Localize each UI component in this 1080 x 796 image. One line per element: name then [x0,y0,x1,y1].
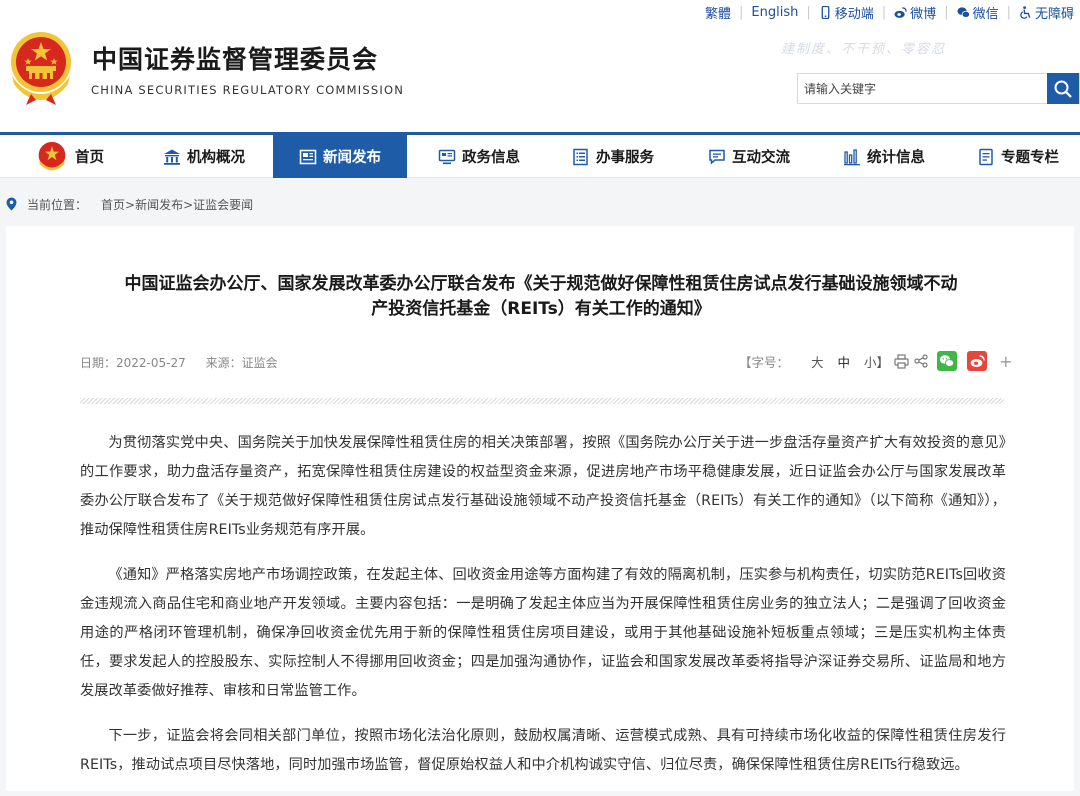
separator: | [944,4,949,20]
newspaper-icon [299,149,317,164]
article-source: 来源：证监会 [205,356,278,370]
breadcrumb: 当前位置： 首页>新闻发布>证监会要闻 [0,192,253,216]
nav-item-label: 统计信息 [867,150,925,166]
separator: | [739,4,744,20]
nav-item-label: 首页 [75,150,104,166]
slogan: 建制度、不干预、零容忍 [780,42,946,57]
weibo-link[interactable]: 微博 [894,3,936,22]
search-box [797,73,1080,104]
wechat-icon [957,6,970,18]
font-size-large-button[interactable]: 大 [811,352,824,371]
divider [80,398,1004,404]
article: 中国证监会办公厅、国家发展改革委办公厅联合发布《关于规范做好保障性租赁住房试点发… [6,226,1074,791]
weibo-link-label: 微博 [910,6,937,22]
weibo-icon [894,6,907,18]
wechat-link-label: 微信 [972,6,999,22]
nav-item-label: 专题专栏 [1001,150,1059,166]
accessibility-icon [1020,5,1031,19]
weibo-icon [970,355,985,367]
site-header: 中国证券监督管理委员会 CHINA SECURITIES REGULATORY … [0,0,1080,132]
article-meta: 日期：2022-05-27 来源：证监会 [80,354,278,371]
article-title-line: 产投资信托基金（REITs）有关工作的通知》 [371,299,711,319]
nav-item-label: 政务信息 [462,150,520,166]
mobile-link[interactable]: 移动端 [819,3,874,22]
print-icon [893,353,909,369]
article-tools: 【字号： 大 中 小】 + [739,350,1012,372]
nav-item-services[interactable]: 办事服务 [552,135,674,178]
print-button[interactable] [891,351,911,371]
article-paragraph: 《通知》严格落实房地产市场调控政策，在发起主体、回收资金用途等方面构建了有效的隔… [80,567,1006,699]
building-icon [164,149,180,165]
site-title[interactable]: 中国证券监督管理委员会 [92,40,378,76]
document-icon [979,148,993,165]
article-body: 为贯彻落实党中央、国务院关于加快发展保障性租赁住房的相关决策部署，按照《国务院办… [80,429,1006,796]
nav-item-label: 机构概况 [187,150,245,166]
more-share-button[interactable]: + [999,352,1012,371]
bar-chart-icon [844,148,860,165]
traditional-chinese-link[interactable]: 繁體 [705,3,731,22]
accessibility-link-label: 无障碍 [1034,6,1074,22]
nav-item-topics[interactable]: 专题专栏 [956,135,1080,178]
font-size-small-button[interactable]: 小】 [864,352,889,371]
font-size-medium-button[interactable]: 中 [838,352,851,371]
article-title-line: 中国证监会办公厅、国家发展改革委办公厅联合发布《关于规范做好保障性租赁住房试点发… [124,274,958,294]
nav-item-label: 办事服务 [596,150,654,166]
top-links: 繁體 | English | 移动端 | 微博 | 微信 | 无障碍 [705,3,1074,22]
site-title-english: CHINA SECURITIES REGULATORY COMMISSION [91,83,405,97]
search-icon [1054,80,1072,98]
location-pin-icon [6,197,17,211]
article-paragraph: 下一步，证监会将会同相关部门单位，按照市场化法治化原则，鼓励权属清晰、运营模式成… [80,728,1006,773]
separator: | [806,4,811,20]
list-icon [573,148,588,165]
english-link[interactable]: English [751,5,798,20]
accessibility-link[interactable]: 无障碍 [1019,3,1074,22]
article-date: 日期：2022-05-27 [80,356,186,370]
share-icon [914,354,928,368]
article-title: 中国证监会办公厅、国家发展改革委办公厅联合发布《关于规范做好保障性租赁住房试点发… [66,272,1016,322]
wechat-share-button[interactable] [937,351,958,371]
search-input[interactable] [798,74,1048,103]
breadcrumb-prefix: 当前位置： [27,197,88,212]
font-size-label: 【字号： [739,354,790,370]
main-nav: 首页 机构概况 新闻发布 政务信息 办事服务 互动交流 统计信息 专题专栏 [0,132,1080,178]
share-button[interactable] [911,351,931,371]
nav-item-label: 新闻发布 [323,150,381,166]
mobile-link-label: 移动端 [834,6,874,22]
wechat-icon [939,355,955,367]
nav-item-news[interactable]: 新闻发布 [273,135,407,178]
nav-item-home[interactable]: 首页 [6,135,133,178]
breadcrumb-path[interactable]: 首页>新闻发布>证监会要闻 [101,196,253,213]
nav-item-organization[interactable]: 机构概况 [148,135,260,178]
wechat-link[interactable]: 微信 [957,3,999,22]
article-paragraph: 为贯彻落实党中央、国务院关于加快发展保障性租赁住房的相关决策部署，按照《国务院办… [80,435,1006,538]
mobile-phone-icon [821,5,830,19]
separator: | [1006,4,1011,20]
chat-icon [709,149,725,165]
monitor-icon [438,149,456,164]
emblem-icon [38,141,66,170]
separator: | [881,4,887,20]
national-emblem-icon[interactable] [6,28,76,106]
nav-item-interaction[interactable]: 互动交流 [688,135,810,178]
search-button[interactable] [1047,73,1079,104]
nav-item-government-info[interactable]: 政务信息 [418,135,540,178]
nav-item-label: 互动交流 [732,150,790,166]
weibo-share-button[interactable] [967,351,988,371]
nav-item-statistics[interactable]: 统计信息 [823,135,945,178]
